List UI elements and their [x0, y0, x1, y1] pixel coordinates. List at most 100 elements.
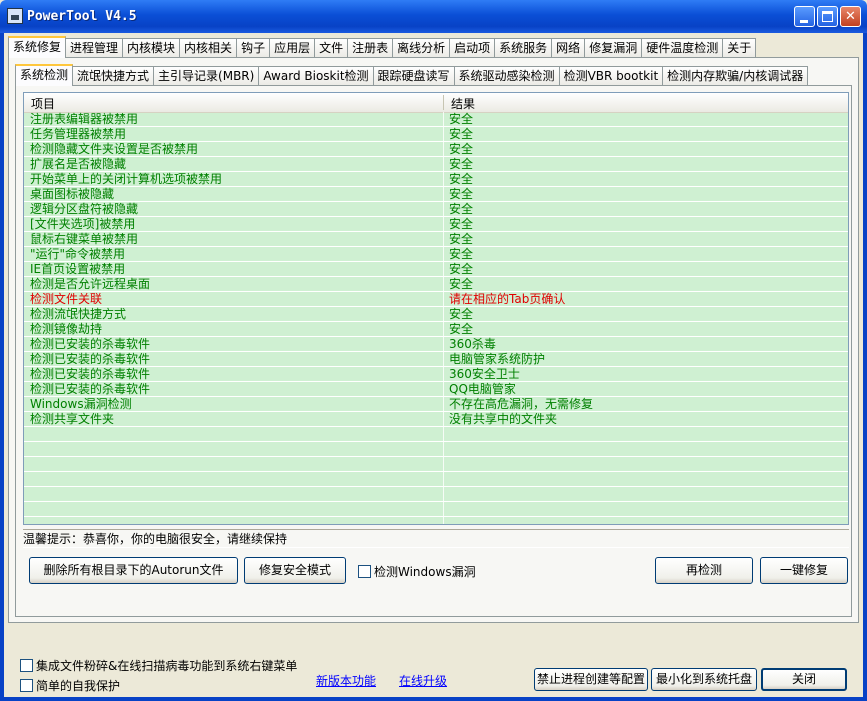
- table-row[interactable]: 注册表编辑器被禁用 安全: [24, 112, 848, 127]
- table-row[interactable]: [24, 487, 848, 502]
- row-result: 安全: [449, 187, 474, 201]
- row-result: 没有共享中的文件夹: [449, 412, 558, 426]
- table-row[interactable]: 检测是否允许远程桌面 安全: [24, 277, 848, 292]
- tab-system-check[interactable]: 系统检测: [15, 64, 74, 86]
- minimize-to-tray-button[interactable]: 最小化到系统托盘: [651, 668, 757, 691]
- column-gridline: [443, 112, 444, 524]
- close-button[interactable]: 关闭: [761, 668, 847, 691]
- column-header-result[interactable]: 结果: [451, 95, 475, 112]
- tab-about[interactable]: 关于: [722, 38, 757, 57]
- close-icon: ✕: [845, 9, 856, 24]
- tab-kernel-related[interactable]: 内核相关: [179, 38, 238, 57]
- app-icon[interactable]: [7, 8, 23, 24]
- repair-safe-mode-button[interactable]: 修复安全模式: [244, 557, 346, 584]
- tab-process-manager[interactable]: 进程管理: [65, 38, 124, 57]
- integrate-menu-checkbox-row[interactable]: 集成文件粉碎&在线扫描病毒功能到系统右键菜单: [20, 657, 297, 674]
- row-item: 检测流氓快捷方式: [30, 307, 127, 321]
- tab-memory-spoof-debugger[interactable]: 检测内存欺骗/内核调试器: [662, 66, 809, 85]
- table-row[interactable]: 检测镜像劫持 安全: [24, 322, 848, 337]
- table-row[interactable]: "运行"命令被禁用 安全: [24, 247, 848, 262]
- row-result: 安全: [449, 112, 474, 126]
- table-row[interactable]: 检测流氓快捷方式 安全: [24, 307, 848, 322]
- list-header: 项目 结果: [24, 93, 848, 113]
- close-window-button[interactable]: ✕: [840, 6, 861, 27]
- table-row[interactable]: 桌面图标被隐藏 安全: [24, 187, 848, 202]
- table-row[interactable]: 检测共享文件夹 没有共享中的文件夹: [24, 412, 848, 427]
- table-row[interactable]: 检测文件关联 请在相应的Tab页确认: [24, 292, 848, 307]
- row-item: 检测隐藏文件夹设置是否被禁用: [30, 142, 199, 156]
- check-results-list[interactable]: 项目 结果 注册表编辑器被禁用 安全 任务管理器被禁用 安全 检测隐藏文件夹设置是否被禁…: [23, 92, 849, 525]
- table-row[interactable]: 扩展名是否被隐藏 安全: [24, 157, 848, 172]
- table-row[interactable]: 检测已安装的杀毒软件 电脑管家系统防护: [24, 352, 848, 367]
- maximize-button[interactable]: [817, 6, 838, 27]
- new-features-link[interactable]: 新版本功能: [316, 672, 376, 689]
- integrate-menu-label: 集成文件粉碎&在线扫描病毒功能到系统右键菜单: [36, 659, 298, 673]
- row-item: 任务管理器被禁用: [30, 127, 127, 141]
- table-row[interactable]: [24, 457, 848, 472]
- one-click-fix-button[interactable]: 一键修复: [760, 557, 848, 584]
- tab-driver-infection[interactable]: 系统驱动感染检测: [453, 66, 560, 85]
- self-protect-checkbox-row[interactable]: 简单的自我保护: [20, 677, 120, 694]
- delete-autorun-button[interactable]: 删除所有根目录下的Autorun文件: [29, 557, 238, 584]
- row-result: 360安全卫士: [449, 367, 520, 381]
- table-row[interactable]: [24, 442, 848, 457]
- tab-system-repair[interactable]: 系统修复: [8, 36, 67, 58]
- detect-windows-vuln-checkbox[interactable]: [358, 565, 371, 578]
- detect-windows-vuln-checkbox-row[interactable]: 检测Windows漏洞: [358, 563, 476, 580]
- column-header-item[interactable]: 项目: [31, 95, 55, 112]
- table-row[interactable]: 检测隐藏文件夹设置是否被禁用 安全: [24, 142, 848, 157]
- powertool-window: PowerTool V4.5 ✕ 系统修复 进程管理 内核模块 内核相关 钩子 …: [0, 0, 867, 701]
- row-result: 360杀毒: [449, 337, 496, 351]
- row-item: 检测已安装的杀毒软件: [30, 367, 151, 381]
- table-row[interactable]: 鼠标右键菜单被禁用 安全: [24, 232, 848, 247]
- row-result: QQ电脑管家: [449, 382, 516, 396]
- tab-network[interactable]: 网络: [551, 38, 586, 57]
- online-upgrade-link[interactable]: 在线升级: [399, 672, 447, 689]
- window-frame-bottom: [0, 697, 867, 701]
- tab-startup-items[interactable]: 启动项: [449, 38, 496, 57]
- tab-system-services[interactable]: 系统服务: [494, 38, 553, 57]
- table-row[interactable]: 检测已安装的杀毒软件 QQ电脑管家: [24, 382, 848, 397]
- table-row[interactable]: IE首页设置被禁用 安全: [24, 262, 848, 277]
- self-protect-checkbox[interactable]: [20, 679, 33, 692]
- recheck-button[interactable]: 再检测: [655, 557, 753, 584]
- tab-disk-trace[interactable]: 跟踪硬盘读写: [372, 66, 455, 85]
- table-row[interactable]: 开始菜单上的关闭计算机选项被禁用 安全: [24, 172, 848, 187]
- minimize-button[interactable]: [794, 6, 815, 27]
- tab-award-bioskit[interactable]: Award Bioskit检测: [258, 66, 374, 85]
- table-row[interactable]: [24, 472, 848, 487]
- tab-registry[interactable]: 注册表: [347, 38, 394, 57]
- row-result: 安全: [449, 172, 474, 186]
- table-row[interactable]: 检测已安装的杀毒软件 360杀毒: [24, 337, 848, 352]
- row-item: 鼠标右键菜单被禁用: [30, 232, 139, 246]
- table-row[interactable]: [24, 427, 848, 442]
- window-frame-left: [0, 33, 4, 701]
- tab-repair-vulnerabilities[interactable]: 修复漏洞: [584, 38, 643, 57]
- tab-files[interactable]: 文件: [314, 38, 349, 57]
- table-row[interactable]: [文件夹选项]被禁用 安全: [24, 217, 848, 232]
- tab-vbr-bootkit[interactable]: 检测VBR bootkit: [558, 66, 664, 85]
- table-row[interactable]: 检测已安装的杀毒软件 360安全卫士: [24, 367, 848, 382]
- row-item: 扩展名是否被隐藏: [30, 157, 127, 171]
- row-item: 检测文件关联: [30, 292, 103, 306]
- column-separator[interactable]: [443, 95, 444, 110]
- tab-offline-analysis[interactable]: 离线分析: [392, 38, 451, 57]
- table-row[interactable]: 逻辑分区盘符被隐藏 安全: [24, 202, 848, 217]
- row-item: 检测已安装的杀毒软件: [30, 382, 151, 396]
- forbid-process-config-button[interactable]: 禁止进程创建等配置: [534, 668, 648, 691]
- integrate-menu-checkbox[interactable]: [20, 659, 33, 672]
- tab-mbr[interactable]: 主引导记录(MBR): [153, 66, 260, 85]
- row-result: 安全: [449, 127, 474, 141]
- title-bar[interactable]: PowerTool V4.5 ✕: [0, 0, 867, 33]
- table-row[interactable]: [24, 502, 848, 517]
- table-row[interactable]: 任务管理器被禁用 安全: [24, 127, 848, 142]
- row-item: 桌面图标被隐藏: [30, 187, 115, 201]
- tab-hardware-temperature[interactable]: 硬件温度检测: [641, 38, 724, 57]
- sub-tab-bar: 系统检测 流氓快捷方式 主引导记录(MBR) Award Bioskit检测 跟…: [15, 64, 809, 86]
- tab-hooks[interactable]: 钩子: [236, 38, 271, 57]
- row-result: 安全: [449, 217, 474, 231]
- tab-application-layer[interactable]: 应用层: [269, 38, 316, 57]
- table-row[interactable]: Windows漏洞检测 不存在高危漏洞，无需修复: [24, 397, 848, 412]
- tab-rogue-shortcuts[interactable]: 流氓快捷方式: [72, 66, 155, 85]
- tab-kernel-modules[interactable]: 内核模块: [122, 38, 181, 57]
